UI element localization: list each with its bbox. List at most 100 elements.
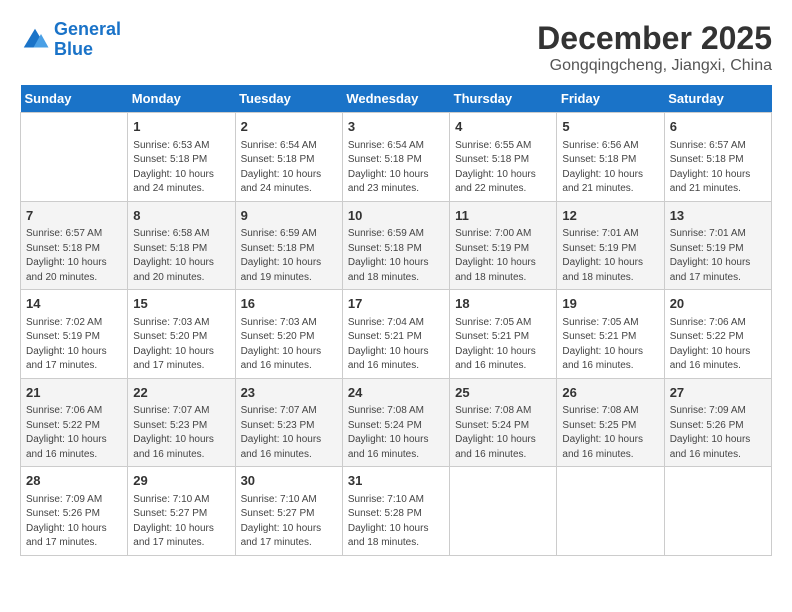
calendar-cell: 21Sunrise: 7:06 AMSunset: 5:22 PMDayligh…	[21, 378, 128, 467]
day-number: 16	[241, 294, 337, 314]
calendar-cell: 7Sunrise: 6:57 AMSunset: 5:18 PMDaylight…	[21, 201, 128, 290]
day-info: Sunrise: 6:59 AMSunset: 5:18 PMDaylight:…	[241, 227, 337, 285]
day-info: Sunrise: 6:59 AMSunset: 5:18 PMDaylight:…	[348, 227, 444, 285]
day-info: Sunrise: 7:06 AMSunset: 5:22 PMDaylight:…	[670, 316, 766, 374]
calendar-cell: 31Sunrise: 7:10 AMSunset: 5:28 PMDayligh…	[342, 467, 449, 556]
logo-text: General Blue	[54, 20, 121, 60]
calendar-week-row: 1Sunrise: 6:53 AMSunset: 5:18 PMDaylight…	[21, 113, 772, 202]
day-number: 7	[26, 206, 122, 226]
calendar-table: SundayMondayTuesdayWednesdayThursdayFrid…	[20, 85, 772, 556]
day-info: Sunrise: 7:10 AMSunset: 5:27 PMDaylight:…	[133, 493, 229, 551]
day-number: 6	[670, 117, 766, 137]
calendar-cell: 6Sunrise: 6:57 AMSunset: 5:18 PMDaylight…	[664, 113, 771, 202]
day-info: Sunrise: 6:58 AMSunset: 5:18 PMDaylight:…	[133, 227, 229, 285]
day-number: 12	[562, 206, 658, 226]
logo-line1: General	[54, 19, 121, 39]
day-info: Sunrise: 7:09 AMSunset: 5:26 PMDaylight:…	[670, 404, 766, 462]
day-number: 30	[241, 471, 337, 491]
day-info: Sunrise: 7:07 AMSunset: 5:23 PMDaylight:…	[133, 404, 229, 462]
day-number: 10	[348, 206, 444, 226]
day-number: 19	[562, 294, 658, 314]
day-number: 25	[455, 383, 551, 403]
day-number: 29	[133, 471, 229, 491]
calendar-week-row: 14Sunrise: 7:02 AMSunset: 5:19 PMDayligh…	[21, 290, 772, 379]
calendar-cell: 3Sunrise: 6:54 AMSunset: 5:18 PMDaylight…	[342, 113, 449, 202]
day-info: Sunrise: 7:04 AMSunset: 5:21 PMDaylight:…	[348, 316, 444, 374]
calendar-cell: 18Sunrise: 7:05 AMSunset: 5:21 PMDayligh…	[450, 290, 557, 379]
day-info: Sunrise: 6:54 AMSunset: 5:18 PMDaylight:…	[241, 139, 337, 197]
calendar-cell: 25Sunrise: 7:08 AMSunset: 5:24 PMDayligh…	[450, 378, 557, 467]
day-info: Sunrise: 6:54 AMSunset: 5:18 PMDaylight:…	[348, 139, 444, 197]
day-number: 27	[670, 383, 766, 403]
day-info: Sunrise: 7:10 AMSunset: 5:28 PMDaylight:…	[348, 493, 444, 551]
calendar-cell: 22Sunrise: 7:07 AMSunset: 5:23 PMDayligh…	[128, 378, 235, 467]
day-number: 20	[670, 294, 766, 314]
weekday-header: Sunday	[21, 85, 128, 113]
calendar-cell: 10Sunrise: 6:59 AMSunset: 5:18 PMDayligh…	[342, 201, 449, 290]
month-title: December 2025	[537, 20, 772, 57]
day-number: 14	[26, 294, 122, 314]
weekday-header-row: SundayMondayTuesdayWednesdayThursdayFrid…	[21, 85, 772, 113]
calendar-cell: 15Sunrise: 7:03 AMSunset: 5:20 PMDayligh…	[128, 290, 235, 379]
calendar-cell: 27Sunrise: 7:09 AMSunset: 5:26 PMDayligh…	[664, 378, 771, 467]
calendar-cell: 14Sunrise: 7:02 AMSunset: 5:19 PMDayligh…	[21, 290, 128, 379]
day-number: 31	[348, 471, 444, 491]
day-number: 21	[26, 383, 122, 403]
calendar-cell: 8Sunrise: 6:58 AMSunset: 5:18 PMDaylight…	[128, 201, 235, 290]
day-info: Sunrise: 7:03 AMSunset: 5:20 PMDaylight:…	[133, 316, 229, 374]
calendar-week-row: 21Sunrise: 7:06 AMSunset: 5:22 PMDayligh…	[21, 378, 772, 467]
day-number: 9	[241, 206, 337, 226]
logo-icon	[20, 25, 50, 55]
title-block: December 2025 Gongqingcheng, Jiangxi, Ch…	[537, 20, 772, 75]
day-number: 26	[562, 383, 658, 403]
calendar-cell	[557, 467, 664, 556]
weekday-header: Tuesday	[235, 85, 342, 113]
day-number: 15	[133, 294, 229, 314]
day-info: Sunrise: 7:08 AMSunset: 5:24 PMDaylight:…	[455, 404, 551, 462]
calendar-cell: 11Sunrise: 7:00 AMSunset: 5:19 PMDayligh…	[450, 201, 557, 290]
location: Gongqingcheng, Jiangxi, China	[537, 57, 772, 75]
day-info: Sunrise: 7:02 AMSunset: 5:19 PMDaylight:…	[26, 316, 122, 374]
logo-line2: Blue	[54, 39, 93, 59]
calendar-cell: 2Sunrise: 6:54 AMSunset: 5:18 PMDaylight…	[235, 113, 342, 202]
calendar-cell: 19Sunrise: 7:05 AMSunset: 5:21 PMDayligh…	[557, 290, 664, 379]
day-info: Sunrise: 7:10 AMSunset: 5:27 PMDaylight:…	[241, 493, 337, 551]
calendar-cell	[664, 467, 771, 556]
day-info: Sunrise: 6:57 AMSunset: 5:18 PMDaylight:…	[26, 227, 122, 285]
calendar-cell: 24Sunrise: 7:08 AMSunset: 5:24 PMDayligh…	[342, 378, 449, 467]
calendar-cell: 20Sunrise: 7:06 AMSunset: 5:22 PMDayligh…	[664, 290, 771, 379]
day-number: 24	[348, 383, 444, 403]
day-number: 8	[133, 206, 229, 226]
calendar-cell: 16Sunrise: 7:03 AMSunset: 5:20 PMDayligh…	[235, 290, 342, 379]
calendar-cell: 5Sunrise: 6:56 AMSunset: 5:18 PMDaylight…	[557, 113, 664, 202]
day-info: Sunrise: 7:08 AMSunset: 5:25 PMDaylight:…	[562, 404, 658, 462]
weekday-header: Wednesday	[342, 85, 449, 113]
day-number: 11	[455, 206, 551, 226]
weekday-header: Thursday	[450, 85, 557, 113]
calendar-cell: 30Sunrise: 7:10 AMSunset: 5:27 PMDayligh…	[235, 467, 342, 556]
day-number: 23	[241, 383, 337, 403]
calendar-week-row: 7Sunrise: 6:57 AMSunset: 5:18 PMDaylight…	[21, 201, 772, 290]
day-info: Sunrise: 7:05 AMSunset: 5:21 PMDaylight:…	[562, 316, 658, 374]
calendar-week-row: 28Sunrise: 7:09 AMSunset: 5:26 PMDayligh…	[21, 467, 772, 556]
day-info: Sunrise: 7:06 AMSunset: 5:22 PMDaylight:…	[26, 404, 122, 462]
calendar-cell: 12Sunrise: 7:01 AMSunset: 5:19 PMDayligh…	[557, 201, 664, 290]
day-info: Sunrise: 7:01 AMSunset: 5:19 PMDaylight:…	[670, 227, 766, 285]
weekday-header: Friday	[557, 85, 664, 113]
day-number: 5	[562, 117, 658, 137]
calendar-cell: 28Sunrise: 7:09 AMSunset: 5:26 PMDayligh…	[21, 467, 128, 556]
calendar-cell: 1Sunrise: 6:53 AMSunset: 5:18 PMDaylight…	[128, 113, 235, 202]
day-number: 2	[241, 117, 337, 137]
day-number: 17	[348, 294, 444, 314]
day-info: Sunrise: 7:08 AMSunset: 5:24 PMDaylight:…	[348, 404, 444, 462]
calendar-cell: 17Sunrise: 7:04 AMSunset: 5:21 PMDayligh…	[342, 290, 449, 379]
calendar-cell: 23Sunrise: 7:07 AMSunset: 5:23 PMDayligh…	[235, 378, 342, 467]
day-info: Sunrise: 7:00 AMSunset: 5:19 PMDaylight:…	[455, 227, 551, 285]
day-info: Sunrise: 7:03 AMSunset: 5:20 PMDaylight:…	[241, 316, 337, 374]
day-number: 4	[455, 117, 551, 137]
day-info: Sunrise: 6:55 AMSunset: 5:18 PMDaylight:…	[455, 139, 551, 197]
day-number: 13	[670, 206, 766, 226]
day-info: Sunrise: 7:09 AMSunset: 5:26 PMDaylight:…	[26, 493, 122, 551]
day-info: Sunrise: 6:53 AMSunset: 5:18 PMDaylight:…	[133, 139, 229, 197]
day-info: Sunrise: 7:05 AMSunset: 5:21 PMDaylight:…	[455, 316, 551, 374]
